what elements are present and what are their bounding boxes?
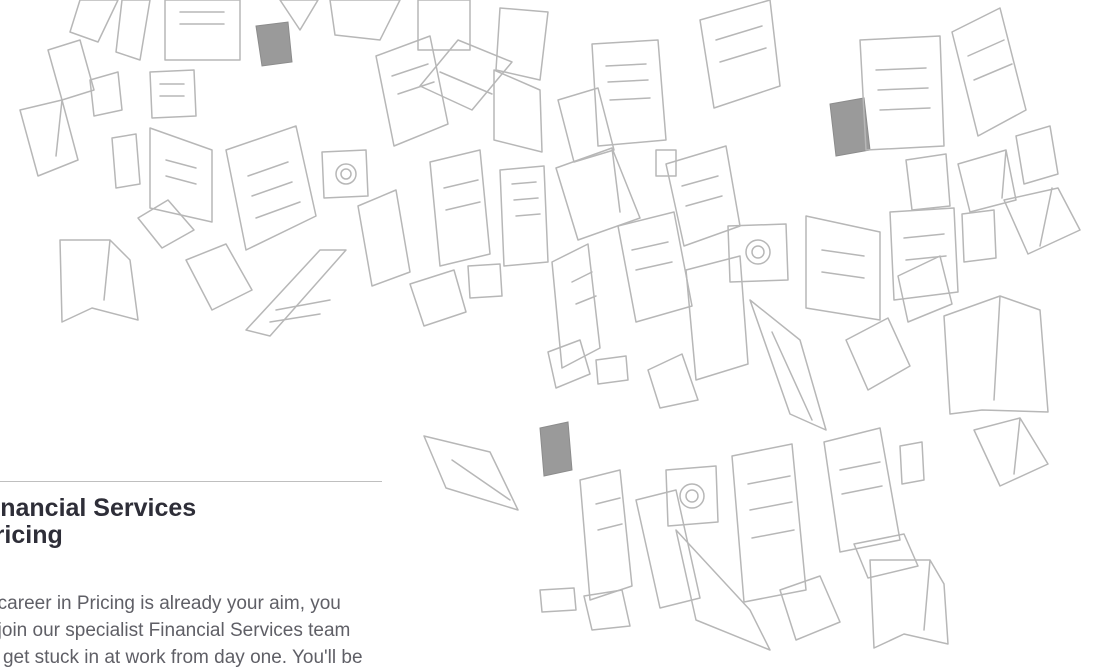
heading-line-1: Financial Services (0, 494, 197, 522)
section-divider (0, 481, 382, 482)
description-line-2: will join our specialist Financial Servi… (0, 620, 351, 641)
page: Financial Services Pricing If a career i… (0, 0, 1094, 671)
heading-line-2: Pricing (0, 521, 63, 549)
financial-services-pricing-section: Financial Services Pricing If a career i… (0, 481, 382, 671)
description-line-3: and get stuck in at work from day one. Y… (0, 647, 363, 668)
section-heading: Financial Services Pricing (0, 495, 378, 549)
description-line-1: If a career in Pricing is already your a… (0, 593, 341, 614)
section-description: If a career in Pricing is already your a… (0, 590, 382, 671)
